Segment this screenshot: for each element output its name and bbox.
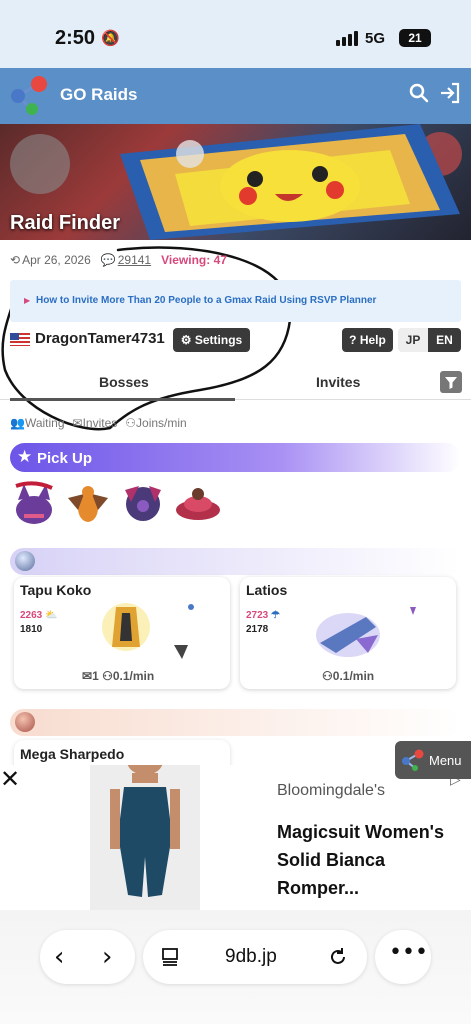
mega-egg-icon — [15, 712, 35, 732]
site-title[interactable]: GO Raids — [60, 85, 137, 105]
active-tab-indicator — [10, 398, 235, 401]
boss-name: Latios — [246, 582, 288, 598]
pickup-boss-charizard-icon[interactable] — [64, 480, 112, 526]
notice-banner[interactable]: ▶ How to Invite More Than 20 People to a… — [10, 280, 461, 322]
language-en-button[interactable]: EN — [428, 328, 461, 352]
tab-bosses[interactable]: Bosses — [99, 374, 149, 390]
help-button[interactable]: ? Help — [342, 328, 393, 352]
back-icon[interactable]: ‹ — [54, 942, 64, 972]
boss-name: Mega Sharpedo — [20, 746, 125, 762]
joins-icon: ⚇ — [322, 669, 333, 683]
more-options-button[interactable]: ••• — [375, 930, 431, 984]
boss-stats: ✉1 ⚇0.1/min — [82, 669, 154, 683]
hero-banner: Raid Finder — [0, 124, 471, 240]
comment-icon: 💬 — [100, 253, 116, 267]
invite-count: 1 — [92, 669, 99, 683]
notice-link[interactable]: How to Invite More Than 20 People to a G… — [36, 295, 376, 306]
joins-icon: ⚇ — [125, 416, 137, 430]
language-jp-button[interactable]: JP — [398, 328, 428, 352]
weather-boost-icon: ⛅ — [45, 610, 58, 621]
ad-brand[interactable]: Bloomingdale's — [277, 782, 385, 800]
signal-icon — [336, 30, 358, 46]
boss-name: Tapu Koko — [20, 582, 92, 598]
menu-label: Menu — [429, 753, 462, 768]
tab-bar: Bosses Invites — [0, 366, 471, 401]
network-type: 5G — [365, 30, 386, 47]
clock-icon: ⟲ — [10, 253, 21, 267]
browser-toolbar: ‹ › 9db.jp ••• — [0, 910, 471, 1024]
pickup-boss-gengar-icon[interactable] — [10, 480, 58, 526]
status-bar: 2:50 🔕 5G 21 — [0, 0, 471, 68]
bell-slash-icon: 🔕 — [101, 30, 120, 47]
close-ad-icon[interactable]: ✕ — [0, 765, 20, 793]
question-icon: ? — [349, 333, 357, 347]
pickup-boss-hatterene-icon[interactable] — [174, 480, 222, 526]
site-header: GO Raids — [0, 68, 471, 124]
username[interactable]: DragonTamer4731 — [35, 330, 165, 347]
users-icon: 👥 — [10, 416, 25, 430]
viewing-count: Viewing: 47 — [161, 253, 227, 267]
pickup-header: ★ Pick Up — [10, 443, 461, 472]
boss-cp-high: 2723 ☂ — [246, 610, 280, 621]
boss-cp-low: 1810 — [20, 624, 43, 635]
address-bar[interactable]: 9db.jp — [143, 930, 367, 984]
post-date: Apr 26, 2026 — [22, 253, 91, 267]
search-icon[interactable] — [408, 82, 430, 104]
envelope-icon: ✉ — [82, 669, 93, 683]
menu-button[interactable]: Menu — [395, 741, 471, 779]
legend-waiting: Waiting — [24, 416, 65, 430]
gear-icon: ⚙ — [180, 333, 192, 347]
user-row: DragonTamer4731 ⚙ Settings ? Help JP EN — [10, 328, 461, 352]
logout-icon[interactable] — [438, 81, 462, 105]
envelope-icon: ✉ — [72, 416, 83, 430]
forward-icon[interactable]: › — [102, 942, 112, 972]
tier-header-legendary — [10, 548, 461, 575]
caret-right-icon: ▶ — [24, 296, 31, 305]
settings-button[interactable]: ⚙ Settings — [173, 328, 250, 352]
tier-header-mega — [10, 709, 461, 736]
us-flag-icon — [10, 333, 30, 346]
app-logo-icon[interactable] — [8, 74, 50, 116]
clock: 2:50 — [55, 27, 96, 49]
reader-icon[interactable] — [161, 947, 181, 967]
boss-stats: ⚇0.1/min — [322, 669, 374, 683]
legendary-egg-icon — [15, 551, 35, 571]
boss-card-latios[interactable]: Latios 2723 ☂ 2178 ⚇0.1/min — [240, 577, 456, 689]
advertisement[interactable]: ✕ Bloomingdale's Magicsuit Women's Solid… — [0, 765, 471, 910]
boss-cp-low: 2178 — [246, 624, 269, 635]
weather-boost-icon: ☂ — [271, 610, 280, 621]
ad-headline[interactable]: Magicsuit Women's Solid Bianca Romper... — [277, 818, 462, 902]
settings-label: Settings — [194, 333, 243, 347]
filter-icon — [445, 377, 457, 389]
boss-cp-high: 2263 ⛅ — [20, 610, 58, 621]
tapu-koko-image — [102, 603, 194, 659]
joins-rate: 0.1/min — [332, 669, 375, 683]
legend-invites: Invites — [82, 416, 118, 430]
reload-icon[interactable] — [327, 946, 349, 968]
joins-icon: ⚇ — [102, 669, 113, 683]
filter-button[interactable] — [440, 371, 462, 393]
battery-icon: 21 — [399, 29, 431, 47]
pickup-label: Pick Up — [37, 450, 93, 467]
comment-count[interactable]: 29141 — [118, 253, 151, 267]
stats-legend: 👥Waiting ✉Invites ⚇Joins/min — [10, 416, 187, 430]
boss-card-tapu-koko[interactable]: Tapu Koko 2263 ⛅ 1810 ✉1 ⚇0.1/min — [14, 577, 230, 689]
url-text[interactable]: 9db.jp — [225, 946, 277, 968]
star-icon: ★ — [17, 447, 33, 466]
joins-rate: 0.1/min — [112, 669, 155, 683]
latios-image — [316, 607, 416, 657]
help-label: Help — [359, 333, 386, 347]
page-meta: ⟲ Apr 26, 2026 💬 29141 Viewing: 47 — [10, 253, 227, 267]
navigation-pill: ‹ › — [40, 930, 135, 984]
legend-joins: Joins/min — [136, 416, 187, 430]
ellipsis-icon: ••• — [389, 940, 428, 965]
menu-logo-icon — [402, 749, 424, 771]
romper-product-image — [90, 765, 200, 910]
pickup-boss-gengar-gmax-icon[interactable] — [119, 480, 167, 526]
tab-invites[interactable]: Invites — [316, 374, 360, 390]
banner-title: Raid Finder — [10, 212, 121, 234]
